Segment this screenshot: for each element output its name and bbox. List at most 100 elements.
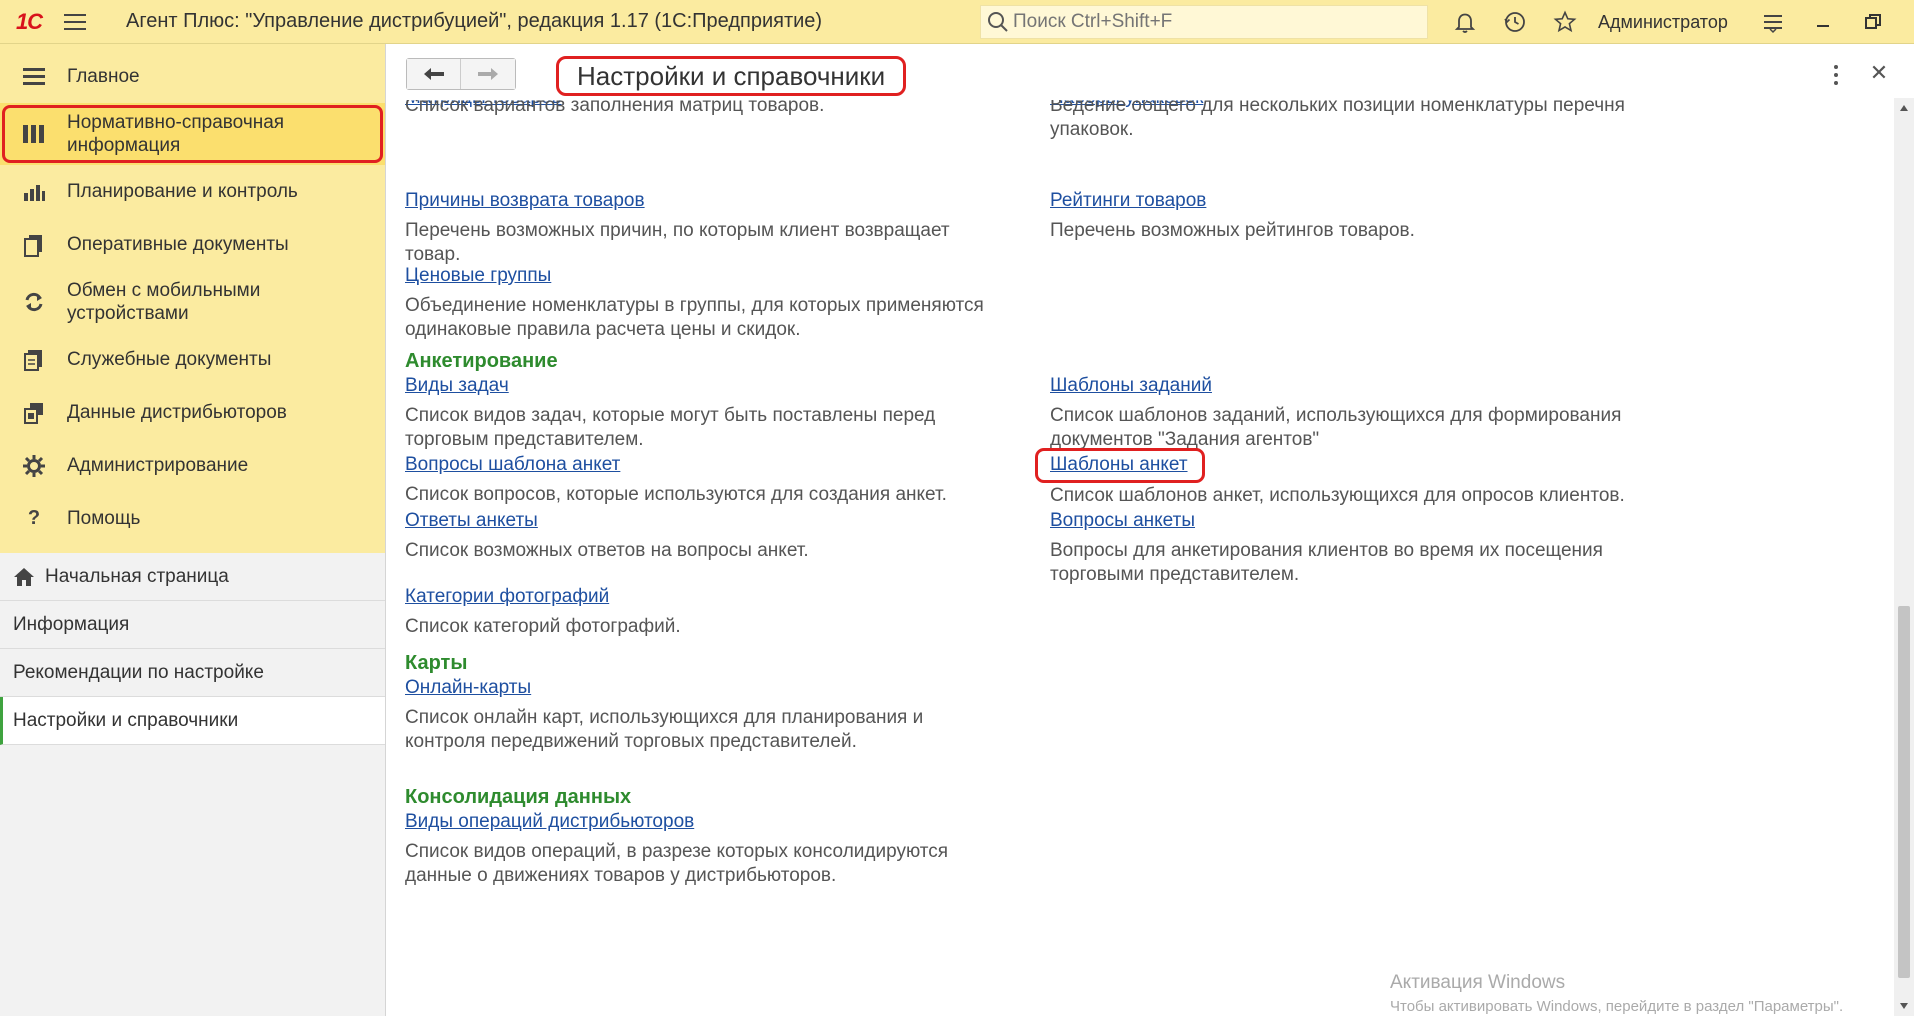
open-window-recommendations[interactable]: Рекомендации по настройке bbox=[0, 649, 385, 697]
open-window-info[interactable]: Информация bbox=[0, 601, 385, 649]
app-title: Агент Плюс: "Управление дистрибуцией", р… bbox=[126, 10, 823, 32]
documents-icon bbox=[20, 231, 48, 259]
vertical-scrollbar[interactable] bbox=[1894, 98, 1914, 1016]
book-columns-icon bbox=[20, 120, 48, 148]
distributor-data-icon bbox=[20, 399, 48, 427]
item-task-types: Виды задач Список видов задач, которые м… bbox=[405, 374, 1005, 452]
link-online-maps[interactable]: Онлайн-карты bbox=[405, 676, 531, 700]
section-administration[interactable]: Администрирование bbox=[0, 439, 385, 492]
open-window-home[interactable]: Начальная страница bbox=[0, 553, 385, 601]
group-title-consolidation: Консолидация данных bbox=[405, 786, 632, 808]
toolbar-icons: Администратор bbox=[1440, 0, 1914, 44]
desc-answers: Список возможных ответов на вопросы анке… bbox=[405, 540, 809, 561]
link-survey-questions[interactable]: Вопросы анкеты bbox=[1050, 509, 1195, 533]
main-panel: Настройки и справочники ✕ Матрицы товаро… bbox=[386, 44, 1914, 1016]
link-task-types[interactable]: Виды задач bbox=[405, 374, 509, 398]
service-docs-icon bbox=[20, 346, 48, 374]
page-title: Настройки и справочники bbox=[577, 60, 886, 91]
close-page-icon[interactable]: ✕ bbox=[1864, 58, 1894, 88]
item-survey-questions: Вопросы анкеты Вопросы для анкетирования… bbox=[1050, 509, 1650, 587]
home-icon bbox=[14, 567, 34, 586]
desc-survey-templates: Список шаблонов анкет, использующихся дл… bbox=[1050, 485, 1625, 506]
desc-template-questions: Список вопросов, которые используются дл… bbox=[405, 484, 947, 505]
section-service-docs[interactable]: Служебные документы bbox=[0, 333, 385, 386]
watermark-subtitle: Чтобы активировать Windows, перейдите в … bbox=[1390, 998, 1844, 1015]
item-matrices: Матрицы товаров Список вариантов заполне… bbox=[405, 100, 1005, 124]
item-distributor-ops: Виды операций дистрибьюторов Список видо… bbox=[405, 810, 1005, 888]
item-ratings: Рейтинги товаров Перечень возможных рейт… bbox=[1050, 189, 1650, 243]
search-box[interactable] bbox=[980, 5, 1428, 39]
scroll-thumb[interactable] bbox=[1898, 606, 1910, 978]
section-mobile-exchange[interactable]: Обмен с мобильными устройствами bbox=[0, 271, 385, 333]
title-bar: 1С Агент Плюс: "Управление дистрибуцией"… bbox=[0, 0, 1914, 44]
group-title-maps: Карты bbox=[405, 652, 468, 674]
more-actions-icon[interactable] bbox=[1826, 60, 1846, 90]
section-reference-info[interactable]: Нормативно-справочная информация bbox=[0, 103, 385, 165]
link-template-questions[interactable]: Вопросы шаблона анкет bbox=[405, 453, 620, 477]
bar-chart-icon bbox=[20, 178, 48, 206]
section-label: Данные дистрибьюторов bbox=[67, 402, 287, 423]
history-icon[interactable] bbox=[1490, 0, 1540, 44]
restore-icon[interactable] bbox=[1848, 0, 1898, 44]
desc-online-maps: Список онлайн карт, использующихся для п… bbox=[405, 707, 924, 752]
item-online-maps: Онлайн-карты Список онлайн карт, использ… bbox=[405, 676, 1005, 754]
section-operational-docs[interactable]: Оперативные документы bbox=[0, 218, 385, 271]
link-survey-templates[interactable]: Шаблоны анкет bbox=[1050, 453, 1188, 477]
desc-task-types: Список видов задач, которые могут быть п… bbox=[405, 405, 936, 450]
sync-icon bbox=[20, 288, 48, 316]
question-icon: ? bbox=[27, 507, 41, 529]
group-title-survey: Анкетирование bbox=[405, 350, 558, 372]
section-label: Планирование и контроль bbox=[67, 181, 298, 202]
gear-icon bbox=[20, 452, 48, 480]
section-label: Помощь bbox=[67, 508, 141, 529]
survey-templates-highlight: Шаблоны анкет bbox=[1035, 448, 1205, 483]
arrow-right-icon bbox=[478, 68, 498, 80]
scroll-down-icon[interactable] bbox=[1894, 996, 1914, 1016]
close-window-icon[interactable] bbox=[1898, 0, 1914, 44]
back-button[interactable] bbox=[407, 59, 461, 89]
user-name[interactable]: Администратор bbox=[1598, 12, 1728, 33]
section-label: Обмен с мобильными устройствами bbox=[67, 280, 261, 324]
bell-icon[interactable] bbox=[1440, 0, 1490, 44]
scroll-up-icon[interactable] bbox=[1894, 98, 1914, 118]
open-window-label: Рекомендации по настройке bbox=[13, 661, 264, 683]
arrow-left-icon bbox=[423, 68, 444, 80]
search-input[interactable] bbox=[1013, 11, 1413, 33]
link-ratings[interactable]: Рейтинги товаров bbox=[1050, 189, 1206, 213]
link-photo-categories[interactable]: Категории фотографий bbox=[405, 585, 609, 609]
link-price-groups[interactable]: Ценовые группы bbox=[405, 264, 551, 288]
watermark-title: Активация Windows bbox=[1390, 972, 1566, 993]
section-label: Оперативные документы bbox=[67, 234, 289, 255]
open-window-label: Настройки и справочники bbox=[13, 709, 239, 731]
item-pack-sets: Наборы упаковок Ведение общего для неско… bbox=[1050, 100, 1650, 148]
desc-distributor-ops: Список видов операций, в разрезе которых… bbox=[405, 841, 949, 886]
desc-survey-questions: Вопросы для анкетирования клиентов во вр… bbox=[1050, 540, 1603, 585]
sidebar: Главное Нормативно-справочная информация… bbox=[0, 44, 386, 1016]
desc-task-templates: Список шаблонов заданий, использующихся … bbox=[1050, 405, 1622, 450]
forward-button[interactable] bbox=[461, 59, 515, 89]
section-help[interactable]: ? Помощь bbox=[0, 492, 385, 545]
open-window-settings[interactable]: Настройки и справочники bbox=[0, 697, 385, 745]
item-price-groups: Ценовые группы Объединение номенклатуры … bbox=[405, 264, 1005, 342]
windows-activation-watermark: Активация Windows Чтобы активировать Win… bbox=[1390, 972, 1843, 1015]
section-distributor-data[interactable]: Данные дистрибьюторов bbox=[0, 386, 385, 439]
nav-buttons bbox=[406, 58, 516, 90]
desc-photo-categories: Список категорий фотографий. bbox=[405, 616, 681, 637]
page-title-highlight: Настройки и справочники bbox=[556, 56, 907, 96]
minimize-icon[interactable] bbox=[1798, 0, 1848, 44]
desc-return-reasons: Перечень возможных причин, по которым кл… bbox=[405, 220, 950, 265]
section-planning[interactable]: Планирование и контроль bbox=[0, 165, 385, 218]
desc-price-groups: Объединение номенклатуры в группы, для к… bbox=[405, 295, 984, 340]
link-answers[interactable]: Ответы анкеты bbox=[405, 509, 538, 533]
content-area: Матрицы товаров Список вариантов заполне… bbox=[386, 100, 1894, 1016]
section-label: Служебные документы bbox=[67, 349, 272, 370]
link-return-reasons[interactable]: Причины возврата товаров bbox=[405, 189, 645, 213]
section-main[interactable]: Главное bbox=[0, 50, 385, 103]
1c-logo-icon[interactable]: 1С bbox=[0, 0, 58, 44]
main-menu-icon[interactable] bbox=[58, 0, 92, 44]
link-task-templates[interactable]: Шаблоны заданий bbox=[1050, 374, 1212, 398]
star-icon[interactable] bbox=[1540, 0, 1590, 44]
search-icon bbox=[988, 12, 1008, 32]
link-distributor-ops[interactable]: Виды операций дистрибьюторов bbox=[405, 810, 694, 834]
settings-menu-icon[interactable] bbox=[1748, 0, 1798, 44]
